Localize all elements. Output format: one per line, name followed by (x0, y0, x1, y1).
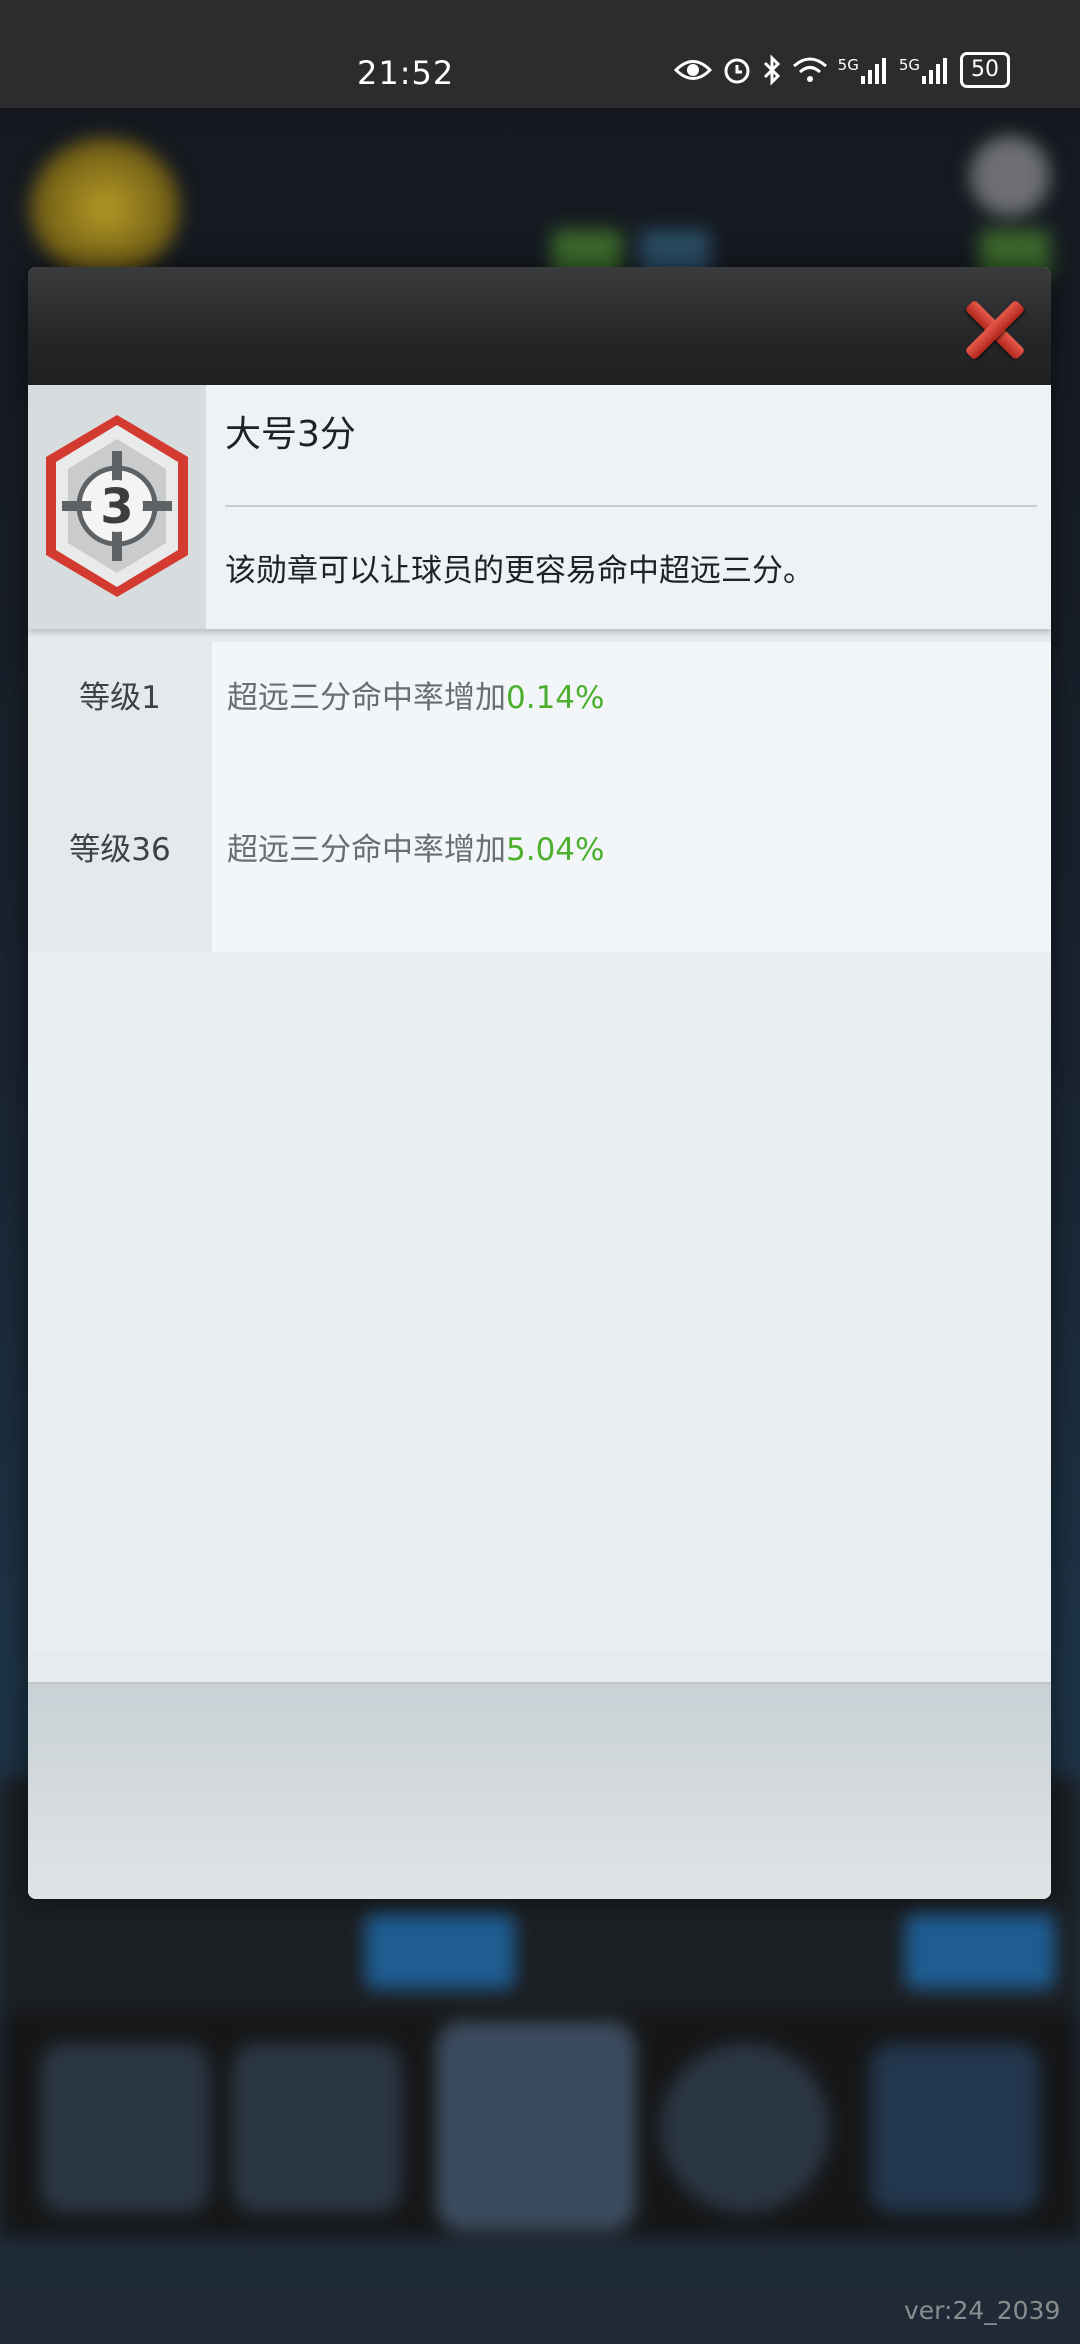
status-bar: 21:52 5G 5G 50 (0, 0, 1080, 108)
level-effect-value: 0.14% (506, 680, 605, 716)
level-row: 等级1 超远三分命中率增加0.14% (28, 642, 1051, 742)
nav-yen-icon (232, 2043, 402, 2213)
nav-chevron-up-icon (870, 2043, 1040, 2213)
badge-info-panel: 3 大号3分 该勋章可以让球员的更容易命中超远三分。 (28, 385, 1051, 629)
badge-name: 大号3分 (225, 414, 356, 455)
level-effect-text: 超远三分命中率增加 (227, 680, 506, 716)
three-point-badge-icon: 3 (46, 415, 188, 597)
level-row: 等级36 超远三分命中率增加5.04% (28, 794, 1051, 894)
background-card-button (365, 1913, 515, 1989)
battery-icon: 50 (960, 52, 1010, 88)
divider (225, 505, 1037, 507)
dialog-empty-area (28, 952, 1051, 1652)
level-effect-value: 5.04% (506, 832, 605, 868)
level-label: 等级1 (79, 680, 161, 716)
bluetooth-icon (762, 54, 782, 86)
badge-description: 该勋章可以让球员的更容易命中超远三分。 (225, 553, 814, 589)
background-card-button (905, 1913, 1055, 1989)
nav-star-icon (40, 2043, 210, 2213)
signal-label: 5G (837, 56, 859, 74)
nav-center-icon (438, 2023, 634, 2229)
level-list: 等级1 超远三分命中率增加0.14% 等级36 超远三分命中率增加5.04% (28, 642, 1051, 952)
nav-chat-icon (660, 2043, 830, 2213)
dialog-header (28, 267, 1051, 385)
cell-signal-icon: 5G (899, 56, 950, 84)
level-effect: 超远三分命中率增加5.04% (227, 824, 604, 869)
wifi-icon (792, 56, 828, 84)
dialog-footer (28, 1682, 1051, 1899)
signal-label: 5G (898, 56, 920, 74)
level-effect-text: 超远三分命中率增加 (227, 832, 506, 868)
badge-icon-cell: 3 (28, 385, 206, 629)
level-effect: 超远三分命中率增加0.14% (227, 672, 604, 717)
status-icons: 5G 5G 50 (673, 52, 1010, 88)
alarm-icon (722, 55, 752, 85)
close-button[interactable] (963, 297, 1027, 361)
team-logo (30, 138, 180, 278)
cell-signal-icon: 5G (838, 56, 889, 84)
level-label: 等级36 (69, 832, 171, 868)
settings-gear-icon (970, 136, 1050, 216)
version-label: ver:24_2039 (904, 2296, 1061, 2325)
status-clock: 21:52 (357, 54, 455, 92)
badge-icon-number: 3 (100, 479, 133, 535)
badge-detail-dialog: 3 大号3分 该勋章可以让球员的更容易命中超远三分。 等级1 超远三分命中率增加… (28, 267, 1051, 1899)
eye-icon (673, 57, 712, 83)
